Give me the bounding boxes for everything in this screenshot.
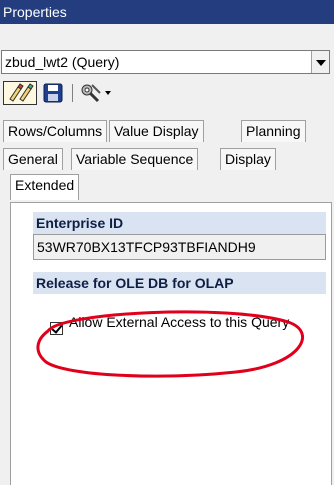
properties-window: Properties zbud_lwt2 (Query) Rows/Column… bbox=[0, 0, 334, 485]
allow-external-access-checkbox[interactable] bbox=[50, 322, 63, 335]
tab-planning[interactable]: Planning bbox=[241, 120, 306, 142]
toolbar bbox=[0, 78, 334, 108]
tools-icon bbox=[81, 84, 111, 103]
enterprise-id-field[interactable]: 53WR70BX13TFCP93TBFIANDH9 bbox=[33, 234, 326, 260]
tools-dropdown-button[interactable] bbox=[78, 81, 114, 105]
release-ole-db-section: Release for OLE DB for OLAP Allow Extern… bbox=[33, 272, 326, 372]
display-mode-icon bbox=[9, 83, 34, 102]
tab-rows-columns[interactable]: Rows/Columns bbox=[3, 120, 108, 142]
tab-variable-sequence[interactable]: Variable Sequence bbox=[71, 148, 199, 170]
save-icon bbox=[43, 83, 63, 103]
tab-strip: Rows/Columns Value Display Planning Gene… bbox=[0, 113, 334, 205]
tab-display[interactable]: Display bbox=[220, 148, 276, 170]
enterprise-id-section: Enterprise ID 53WR70BX13TFCP93TBFIANDH9 bbox=[33, 212, 326, 262]
allow-external-access-option[interactable]: Allow External Access to this Query bbox=[33, 310, 326, 354]
window-title: Properties bbox=[0, 0, 334, 24]
enterprise-id-heading: Enterprise ID bbox=[33, 212, 326, 234]
object-selector-value: zbud_lwt2 (Query) bbox=[5, 54, 120, 70]
display-mode-button[interactable] bbox=[3, 81, 37, 105]
chevron-down-icon[interactable] bbox=[311, 51, 329, 73]
object-selector-dropdown[interactable]: zbud_lwt2 (Query) bbox=[1, 50, 330, 74]
release-ole-db-heading: Release for OLE DB for OLAP bbox=[33, 272, 326, 294]
tab-extended[interactable]: Extended bbox=[10, 174, 80, 200]
allow-external-access-label: Allow External Access to this Query bbox=[69, 314, 290, 330]
toolbar-separator bbox=[72, 84, 73, 102]
tab-value-display[interactable]: Value Display bbox=[109, 120, 204, 142]
tab-general[interactable]: General bbox=[3, 148, 63, 170]
save-button[interactable] bbox=[41, 81, 67, 105]
